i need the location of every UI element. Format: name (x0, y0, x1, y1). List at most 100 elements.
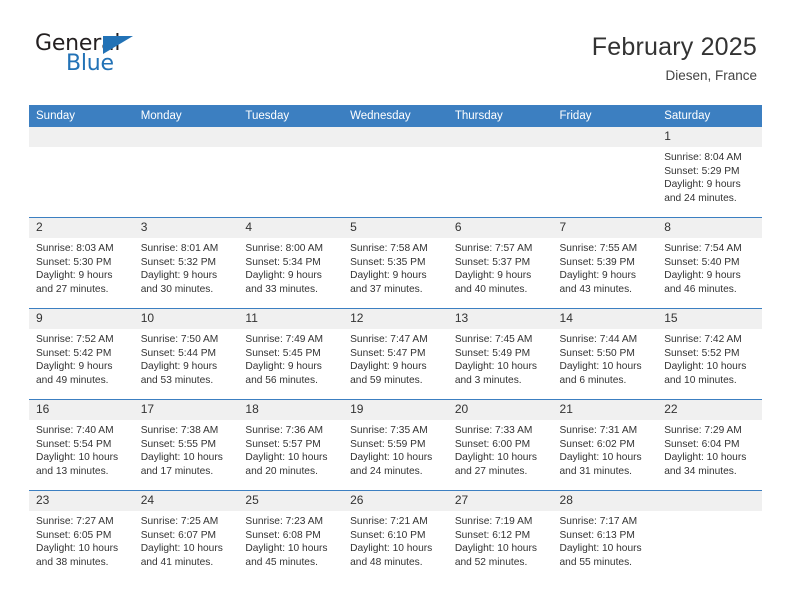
day-sun-info: Sunrise: 7:47 AM Sunset: 5:47 PM Daylight:… (343, 329, 448, 387)
daylight-text-line2: and 41 minutes. (140, 556, 214, 568)
day-number: 21 (552, 400, 658, 420)
calendar-day-cell[interactable]: 21 Sunrise: 7:31 AM Sunset: 6:02 PM Dayligh… (552, 399, 658, 491)
calendar-day-cell[interactable]: 28 Sunrise: 7:17 AM Sunset: 6:13 PM Dayligh… (552, 490, 658, 581)
daylight-text-line2: and 37 minutes. (350, 283, 423, 295)
day-cell-inner: 26 Sunrise: 7:21 AM Sunset: 6:10 PM Dayligh… (343, 491, 448, 581)
day-sun-info: Sunrise: 7:50 AM Sunset: 5:44 PM Daylight:… (134, 329, 239, 387)
sunset-text: Sunset: 6:05 PM (36, 529, 112, 541)
sunrise-text: Sunrise: 7:17 AM (559, 516, 638, 527)
sunset-text: Sunset: 5:39 PM (559, 256, 635, 268)
sunset-text: Sunset: 5:37 PM (454, 256, 531, 268)
daylight-text-line2: and 59 minutes. (350, 374, 423, 386)
calendar-day-cell[interactable]: 12 Sunrise: 7:47 AM Sunset: 5:47 PM Dayligh… (343, 308, 448, 400)
sunset-text: Sunset: 5:34 PM (245, 256, 321, 268)
day-cell-inner: 17 Sunrise: 7:38 AM Sunset: 5:55 PM Dayligh… (133, 400, 239, 490)
day-number: 9 (29, 309, 134, 329)
day-sun-info: Sunrise: 8:01 AM Sunset: 5:32 PM Daylight:… (134, 238, 239, 296)
daylight-text-line2: and 45 minutes. (245, 556, 318, 568)
calendar-day-cell-empty (552, 127, 658, 218)
day-number: 8 (657, 218, 762, 238)
calendar-day-cell-empty (447, 127, 553, 218)
calendar-day-cell[interactable]: 2 Sunrise: 8:03 AM Sunset: 5:30 PM Daylight… (29, 217, 134, 309)
day-cell-inner: 5 Sunrise: 7:58 AM Sunset: 5:35 PM Daylight… (343, 218, 448, 308)
daylight-text-line2: and 24 minutes. (664, 192, 737, 204)
calendar-week-row: 1 Sunrise: 8:04 AM Sunset: 5:29 PM Daylight… (29, 127, 762, 218)
daylight-text-line2: and 49 minutes. (36, 374, 109, 386)
daylight-text-line1: Daylight: 10 hours (664, 452, 747, 464)
day-number: 18 (238, 400, 344, 420)
day-number: 25 (238, 491, 344, 511)
sunset-text: Sunset: 5:32 PM (140, 256, 217, 268)
sunrise-text: Sunrise: 7:27 AM (36, 516, 114, 527)
day-sun-info: Sunrise: 7:27 AM Sunset: 6:05 PM Daylight:… (29, 511, 134, 569)
calendar-day-cell[interactable]: 10 Sunrise: 7:50 AM Sunset: 5:44 PM Dayligh… (133, 308, 239, 400)
sunset-text: Sunset: 5:40 PM (664, 256, 740, 268)
sunrise-text: Sunrise: 7:52 AM (36, 334, 114, 345)
brand-logo[interactable]: General Blue (35, 33, 147, 81)
calendar-day-cell[interactable]: 25 Sunrise: 7:23 AM Sunset: 6:08 PM Dayligh… (238, 490, 344, 581)
day-number: 20 (447, 400, 553, 420)
calendar-day-cell[interactable]: 23 Sunrise: 7:27 AM Sunset: 6:05 PM Dayligh… (29, 490, 134, 581)
day-cell-inner: 19 Sunrise: 7:35 AM Sunset: 5:59 PM Dayligh… (343, 400, 448, 490)
calendar-day-cell[interactable]: 26 Sunrise: 7:21 AM Sunset: 6:10 PM Dayligh… (343, 490, 448, 581)
daylight-text-line2: and 30 minutes. (140, 283, 214, 295)
calendar-day-cell[interactable]: 13 Sunrise: 7:45 AM Sunset: 5:49 PM Dayligh… (447, 308, 553, 400)
day-number (29, 127, 134, 147)
daylight-text-line1: Daylight: 10 hours (664, 361, 747, 373)
calendar-day-cell[interactable]: 22 Sunrise: 7:29 AM Sunset: 6:04 PM Dayligh… (657, 399, 762, 491)
calendar-day-cell[interactable]: 1 Sunrise: 8:04 AM Sunset: 5:29 PM Daylight… (657, 127, 762, 218)
calendar-day-cell[interactable]: 19 Sunrise: 7:35 AM Sunset: 5:59 PM Dayligh… (343, 399, 448, 491)
daylight-text-line1: Daylight: 9 hours (664, 179, 741, 191)
sunrise-text: Sunrise: 7:54 AM (664, 243, 742, 254)
calendar-day-cell[interactable]: 27 Sunrise: 7:19 AM Sunset: 6:12 PM Dayligh… (447, 490, 553, 581)
day-number: 27 (447, 491, 553, 511)
daylight-text-line2: and 24 minutes. (350, 465, 423, 477)
calendar-day-cell[interactable]: 9 Sunrise: 7:52 AM Sunset: 5:42 PM Daylight… (29, 308, 134, 400)
calendar-day-cell[interactable]: 24 Sunrise: 7:25 AM Sunset: 6:07 PM Dayligh… (133, 490, 239, 581)
sunrise-text: Sunrise: 7:35 AM (350, 425, 428, 436)
calendar-day-cell[interactable]: 7 Sunrise: 7:55 AM Sunset: 5:39 PM Daylight… (552, 217, 658, 309)
sunset-text: Sunset: 6:12 PM (454, 529, 531, 541)
day-cell-inner: 4 Sunrise: 8:00 AM Sunset: 5:34 PM Daylight… (238, 218, 344, 308)
calendar-day-cell-empty (657, 490, 762, 581)
day-cell-inner: 3 Sunrise: 8:01 AM Sunset: 5:32 PM Daylight… (133, 218, 239, 308)
sunset-text: Sunset: 6:04 PM (664, 438, 740, 450)
sunset-text: Sunset: 5:52 PM (664, 347, 740, 359)
sunset-text: Sunset: 6:07 PM (140, 529, 217, 541)
daylight-text-line1: Daylight: 9 hours (350, 270, 427, 282)
calendar-page: General Blue February 2025 Diesen, Franc… (0, 0, 792, 612)
calendar-day-cell[interactable]: 14 Sunrise: 7:44 AM Sunset: 5:50 PM Dayligh… (552, 308, 658, 400)
daylight-text-line2: and 40 minutes. (454, 283, 528, 295)
calendar-day-cell[interactable]: 15 Sunrise: 7:42 AM Sunset: 5:52 PM Dayligh… (657, 308, 762, 400)
sunrise-text: Sunrise: 7:29 AM (664, 425, 742, 436)
daylight-text-line1: Daylight: 10 hours (559, 452, 642, 464)
calendar-day-cell[interactable]: 5 Sunrise: 7:58 AM Sunset: 5:35 PM Daylight… (343, 217, 448, 309)
weekday-header-saturday: Saturday (657, 105, 762, 127)
day-cell-inner: 22 Sunrise: 7:29 AM Sunset: 6:04 PM Dayligh… (657, 400, 762, 490)
daylight-text-line2: and 38 minutes. (36, 556, 109, 568)
sunset-text: Sunset: 6:10 PM (350, 529, 426, 541)
day-cell-inner: 6 Sunrise: 7:57 AM Sunset: 5:37 PM Daylight… (447, 218, 553, 308)
brand-name-blue: Blue (66, 51, 114, 76)
day-sun-info: Sunrise: 7:36 AM Sunset: 5:57 PM Daylight:… (238, 420, 343, 478)
daylight-text-line1: Daylight: 9 hours (140, 270, 218, 282)
day-number: 14 (552, 309, 658, 329)
day-number: 12 (343, 309, 448, 329)
weekday-header-sunday: Sunday (29, 105, 134, 127)
calendar-day-cell[interactable]: 11 Sunrise: 7:49 AM Sunset: 5:45 PM Dayligh… (238, 308, 344, 400)
calendar-day-cell[interactable]: 3 Sunrise: 8:01 AM Sunset: 5:32 PM Daylight… (133, 217, 239, 309)
calendar-day-cell[interactable]: 6 Sunrise: 7:57 AM Sunset: 5:37 PM Daylight… (447, 217, 553, 309)
daylight-text-line2: and 13 minutes. (36, 465, 109, 477)
calendar-day-cell[interactable]: 16 Sunrise: 7:40 AM Sunset: 5:54 PM Dayligh… (29, 399, 134, 491)
calendar-day-cell[interactable]: 4 Sunrise: 8:00 AM Sunset: 5:34 PM Daylight… (238, 217, 344, 309)
calendar-day-cell[interactable]: 20 Sunrise: 7:33 AM Sunset: 6:00 PM Dayligh… (447, 399, 553, 491)
daylight-text-line1: Daylight: 10 hours (245, 452, 328, 464)
day-cell-inner: 21 Sunrise: 7:31 AM Sunset: 6:02 PM Dayligh… (552, 400, 658, 490)
calendar-day-cell[interactable]: 18 Sunrise: 7:36 AM Sunset: 5:57 PM Dayligh… (238, 399, 344, 491)
calendar-day-cell[interactable]: 8 Sunrise: 7:54 AM Sunset: 5:40 PM Daylight… (657, 217, 762, 309)
calendar-week-row: 9 Sunrise: 7:52 AM Sunset: 5:42 PM Daylight… (29, 308, 762, 400)
daylight-text-line2: and 20 minutes. (245, 465, 318, 477)
day-number: 26 (343, 491, 448, 511)
calendar-day-cell[interactable]: 17 Sunrise: 7:38 AM Sunset: 5:55 PM Dayligh… (133, 399, 239, 491)
day-sun-info: Sunrise: 7:58 AM Sunset: 5:35 PM Daylight:… (343, 238, 448, 296)
